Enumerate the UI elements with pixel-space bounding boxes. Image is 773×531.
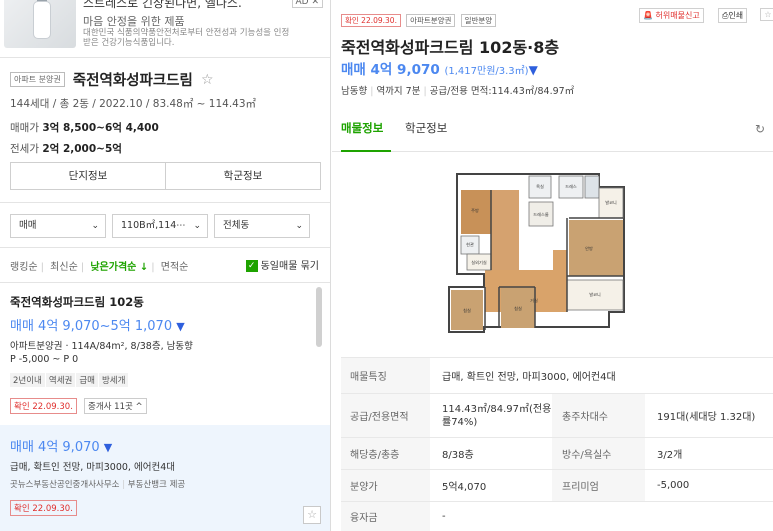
sort-bar: 랭킹순 | 최신순 | 낮은가격순 ↓ | 면적순 ✓ 동일매물 묶기 — [10, 258, 325, 273]
price-down-arrow-icon: ▼ — [176, 320, 185, 333]
favorite-star-icon[interactable]: ☆ — [201, 72, 214, 88]
listing-agent: 곳뉴스부동산공인중개사사무소 | 부동산뱅크 제공 — [10, 480, 186, 490]
ad-description: 대한민국 식품의약품안전처로부터 안전성과 기능성을 인정받은 건강기능식품입니… — [83, 28, 290, 48]
room-label: 실외기실 — [471, 259, 487, 266]
chevron-down-icon: ⌄ — [193, 221, 201, 231]
complex-type-chip: 아파트 분양권 — [10, 72, 65, 87]
sort-ranking[interactable]: 랭킹순 — [10, 262, 38, 273]
listing-item[interactable]: 매매 4억 9,070 ▼ 급매, 확트인 전망, 마피3000, 에어컨4대 … — [0, 425, 330, 531]
listing-price: 매매 4억 9,070~5억 1,070 ▼ — [10, 319, 185, 334]
complex-info-button[interactable]: 단지정보 — [11, 163, 165, 189]
table-row: 분양가 5억4,070 프리미엄 -5,000 — [341, 469, 773, 501]
tab-listing-info[interactable]: 매물정보 — [341, 120, 383, 136]
kind-chip: 일반분양 — [460, 14, 497, 27]
listing-detail-table: 매물특징 급매, 확트인 전망, 마피3000, 에어컨4대 공급/전용면적 1… — [341, 357, 773, 531]
room-label: 주방 — [471, 207, 479, 214]
room-label: 침실 — [514, 305, 522, 311]
tab-school-info[interactable]: 학군정보 — [405, 120, 447, 136]
checkbox-check-icon: ✓ — [245, 260, 258, 272]
room-label: 현관 — [466, 241, 474, 247]
price-down-arrow-icon: ▼ — [103, 441, 113, 454]
app-root: 스트레스로 긴장된다면, 엘나스. 마음 안정을 위한 제품 대한민국 식품의약… — [0, 0, 773, 531]
table-row: 해당층/총층 8/38층 방수/욕실수 3/2개 — [341, 437, 773, 469]
ad-subtitle: 마음 안정을 위한 제품 — [83, 15, 185, 28]
listing-desc: 급매, 확트인 전망, 마피3000, 에어컨4대 — [10, 462, 175, 473]
favorite-star-icon[interactable]: ☆ — [303, 506, 321, 524]
room-label: 욕실 — [536, 183, 544, 190]
ad-product-image — [4, 0, 76, 48]
listing-spec: 아파트분양권 · 114A/84m², 8/38층, 남동향 — [10, 341, 193, 352]
room-label: 거실 — [530, 297, 538, 304]
print-button[interactable]: ⎙인쇄 — [718, 8, 748, 23]
sort-price-low[interactable]: 낮은가격순 ↓ — [90, 262, 148, 273]
list-scrollbar[interactable] — [316, 287, 322, 347]
area-select[interactable]: 110B㎡,114⋯ ⌄ — [112, 214, 208, 238]
type-chip: 아파트분양권 — [406, 14, 456, 27]
floor-plan-image[interactable]: 안방 침실 침실 거실 주방 욕실 드레스 드레스룸 발코니 발코니 실외기실 … — [439, 162, 688, 338]
siren-icon: 🚨 — [643, 11, 653, 20]
table-row: 매물특징 급매, 확트인 전망, 마피3000, 에어컨4대 — [341, 357, 773, 393]
trade-type-select[interactable]: 매매 ⌄ — [10, 214, 106, 238]
listing-list: 죽전역화성파크드림 102동 매매 4억 9,070~5억 1,070 ▼ 아파… — [0, 282, 330, 531]
table-row: 공급/전용면적 114.43㎡/84.97㎡(전용률74%) 총주차대수 191… — [341, 393, 773, 437]
room-label: 침실 — [463, 307, 471, 313]
complex-summary: 아파트 분양권 죽전역화성파크드림 ☆ 144세대 / 총 2동 / 2022.… — [10, 69, 322, 156]
detail-info: 남동향 | 역까지 7분 | 공급/전용 면적:114.43㎡/84.97㎡ — [341, 86, 575, 97]
chevron-down-icon: ⌄ — [91, 221, 99, 231]
room-label: 드레스룸 — [533, 211, 549, 218]
filter-bar: 매매 ⌄ 110B㎡,114⋯ ⌄ 전체동 ⌄ — [0, 202, 330, 248]
room-label: 안방 — [585, 245, 593, 251]
detail-panel: 확인 22.09.30. 아파트분양권 일반분양 🚨 허위매물신고 ⎙인쇄 ☆ … — [332, 0, 773, 531]
detail-chips: 확인 22.09.30. 아파트분양권 일반분양 — [341, 8, 497, 27]
ad-close-badge[interactable]: AD ✕ — [291, 0, 323, 8]
left-panel: 스트레스로 긴장된다면, 엘나스. 마음 안정을 위한 제품 대한민국 식품의약… — [0, 0, 331, 531]
sale-price-range: 매매가 3억 8,500~6억 4,400 — [10, 122, 159, 134]
table-row: 융자금 - — [341, 501, 773, 531]
sort-latest[interactable]: 최신순 — [50, 262, 78, 273]
ad-title: 스트레스로 긴장된다면, 엘나스. — [83, 0, 242, 10]
building-select[interactable]: 전체동 ⌄ — [214, 214, 310, 238]
listing-premium: P -5,000 ~ P 0 — [10, 354, 79, 365]
detail-title: 죽전역화성파크드림 102동·8층 — [341, 38, 560, 57]
school-info-button[interactable]: 학군정보 — [165, 163, 320, 189]
detail-tabs: 매물정보 학군정보 ↻ — [332, 110, 773, 152]
favorite-star-icon[interactable]: ☆ — [760, 8, 773, 21]
room-label: 발코니 — [589, 291, 601, 298]
complex-title: 죽전역화성파크드림 — [72, 73, 193, 89]
listing-group[interactable]: 죽전역화성파크드림 102동 매매 4억 9,070~5억 1,070 ▼ 아파… — [10, 294, 310, 414]
refresh-icon[interactable]: ↻ — [755, 122, 765, 136]
listing-price: 매매 4억 9,070 ▼ — [10, 440, 113, 455]
room-label: 발코니 — [605, 199, 617, 206]
detail-price: 매매 4억 9,070 (1,417만원/3.3㎡)▼ — [341, 62, 538, 78]
complex-info-tabs: 단지정보 학군정보 — [10, 162, 321, 190]
listing-tags: 2년이내 역세권 급매 방세개 — [10, 368, 310, 387]
listing-title: 죽전역화성파크드림 102동 — [10, 295, 144, 309]
chevron-down-icon: ⌄ — [295, 221, 303, 231]
confirm-date-chip: 확인 22.09.30. — [10, 500, 77, 516]
ad-banner[interactable]: 스트레스로 긴장된다면, 엘나스. 마음 안정을 위한 제품 대한민국 식품의약… — [0, 0, 330, 58]
agents-toggle[interactable]: 중개사 11곳 ^ — [84, 398, 147, 414]
jeonse-price-range: 전세가 2억 2,000~5억 — [10, 143, 122, 155]
room-label: 드레스 — [565, 183, 577, 190]
complex-meta: 144세대 / 총 2동 / 2022.10 / 83.48㎡ ~ 114.43… — [10, 98, 257, 110]
confirm-date-chip: 확인 22.09.30. — [341, 14, 401, 27]
price-down-arrow-icon: ▼ — [528, 63, 538, 77]
report-false-listing-button[interactable]: 🚨 허위매물신고 — [639, 8, 704, 23]
confirm-date-chip: 확인 22.09.30. — [10, 398, 77, 414]
sort-area[interactable]: 면적순 — [161, 262, 189, 273]
group-same-listings-checkbox[interactable]: ✓ 동일매물 묶기 — [245, 257, 322, 272]
